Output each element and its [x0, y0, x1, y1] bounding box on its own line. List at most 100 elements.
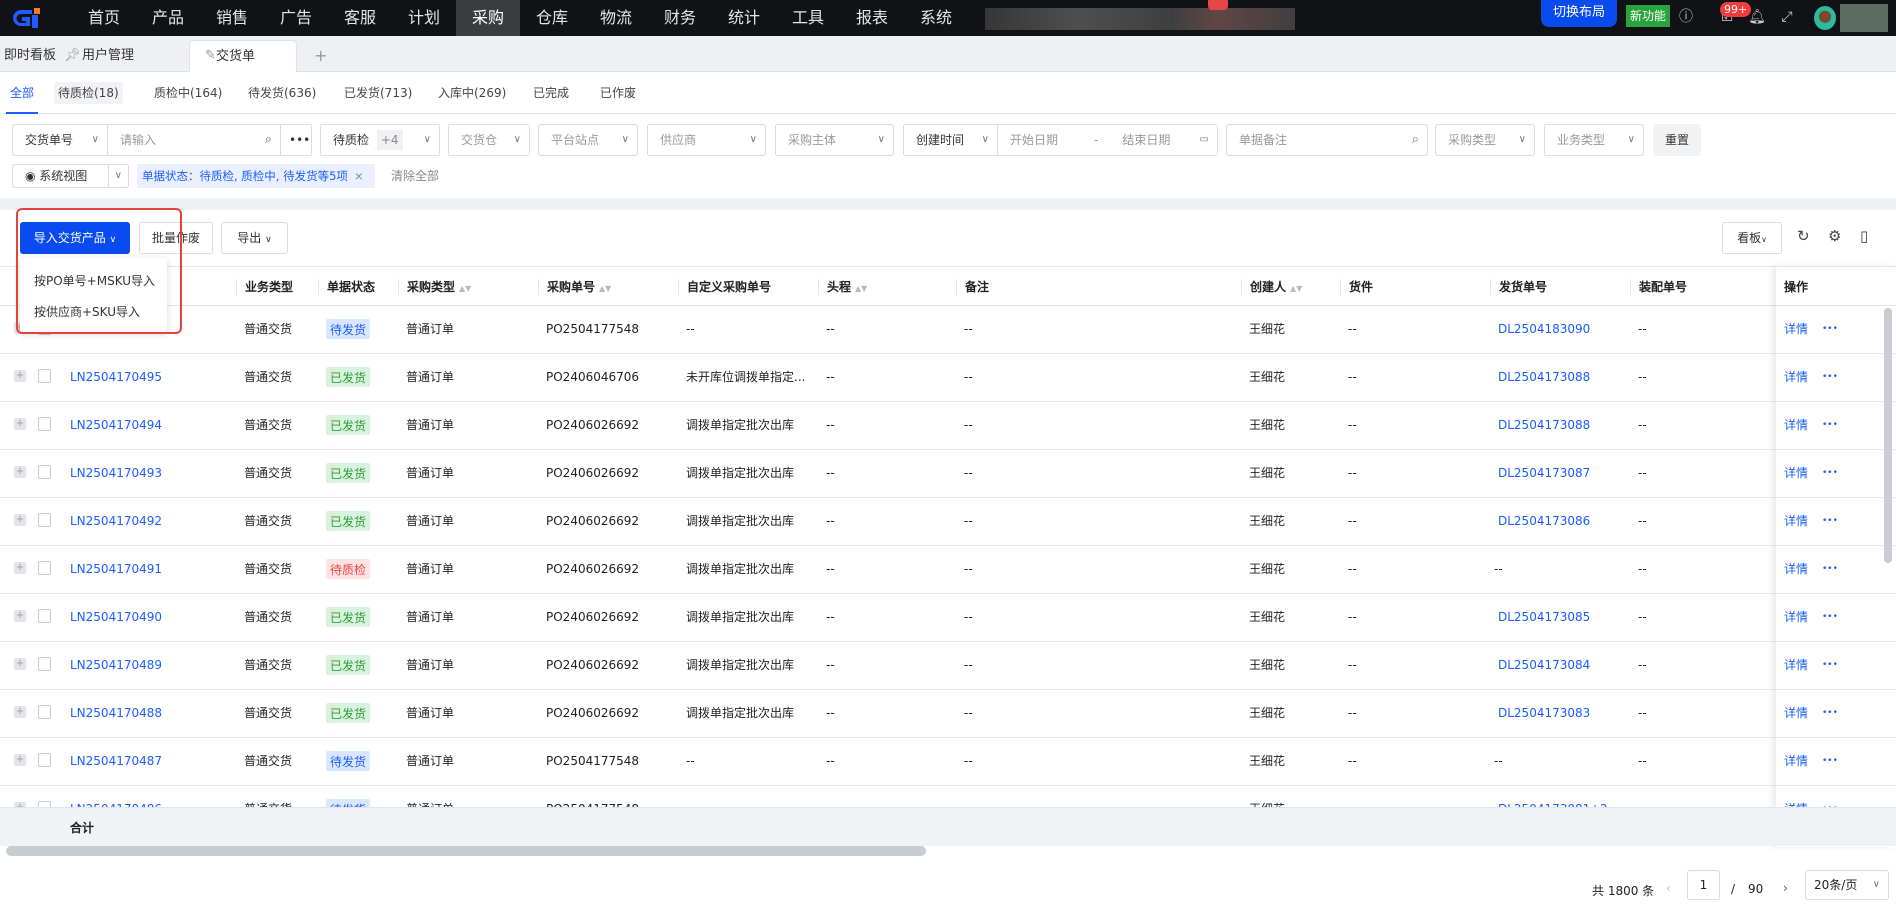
- expand-icon[interactable]: +: [14, 754, 26, 766]
- column-header[interactable]: 操作: [1776, 279, 1808, 295]
- board-button[interactable]: 看板∨: [1722, 222, 1782, 254]
- more-actions-icon[interactable]: •••: [1822, 559, 1838, 579]
- more-options-button[interactable]: •••: [280, 124, 312, 156]
- column-header[interactable]: 备注: [956, 279, 989, 295]
- detail-link[interactable]: 详情: [1784, 415, 1808, 435]
- reset-button[interactable]: 重置: [1653, 124, 1701, 156]
- status-tab[interactable]: 待质检(18): [54, 82, 123, 104]
- status-tab[interactable]: 待发货(636): [244, 82, 320, 104]
- shipping-no-link[interactable]: DL2504173086: [1498, 511, 1590, 531]
- shipping-no-link[interactable]: DL2504183090: [1498, 319, 1590, 339]
- next-page-button[interactable]: ›: [1783, 881, 1788, 895]
- row-checkbox[interactable]: [38, 465, 51, 479]
- tab-dashboard[interactable]: 即时看板: [4, 40, 56, 72]
- refresh-icon[interactable]: ↻: [1797, 227, 1810, 245]
- end-date[interactable]: 结束日期: [1122, 133, 1170, 147]
- sort-icon[interactable]: ▲▼: [459, 284, 471, 293]
- column-header[interactable]: 采购单号 ▲▼: [538, 279, 611, 295]
- more-actions-icon[interactable]: •••: [1822, 415, 1838, 435]
- nav-item[interactable]: 客服: [328, 0, 392, 36]
- shipping-no-link[interactable]: DL2504173085: [1498, 607, 1590, 627]
- time-type-select[interactable]: 创建时间 ∨: [903, 124, 998, 156]
- detail-link[interactable]: 详情: [1784, 319, 1808, 339]
- fullscreen-icon[interactable]: ⤢: [1778, 8, 1796, 26]
- purchase-type-select[interactable]: 采购类型 ∨: [1435, 124, 1535, 156]
- sort-icon[interactable]: ▲▼: [599, 284, 611, 293]
- nav-item[interactable]: 销售: [200, 0, 264, 36]
- detail-link[interactable]: 详情: [1784, 559, 1808, 579]
- business-type-select[interactable]: 业务类型 ∨: [1544, 124, 1644, 156]
- detail-link[interactable]: 详情: [1784, 655, 1808, 675]
- sort-icon[interactable]: ▲▼: [1290, 284, 1302, 293]
- shipping-more-link[interactable]: +2: [1590, 799, 1608, 807]
- expand-icon[interactable]: +: [14, 418, 26, 430]
- nav-item[interactable]: 统计: [712, 0, 776, 36]
- detail-link[interactable]: 详情: [1784, 463, 1808, 483]
- nav-item[interactable]: 产品: [136, 0, 200, 36]
- detail-link[interactable]: 详情: [1784, 799, 1808, 807]
- expand-icon[interactable]: +: [14, 706, 26, 718]
- settings-icon[interactable]: ⚙: [1828, 227, 1841, 245]
- status-tab[interactable]: 已完成: [529, 82, 573, 104]
- more-actions-icon[interactable]: •••: [1822, 655, 1838, 675]
- expand-icon[interactable]: +: [14, 466, 26, 478]
- new-features-button[interactable]: 新功能: [1626, 5, 1670, 27]
- column-header[interactable]: 业务类型: [236, 279, 293, 295]
- clear-all-link[interactable]: 清除全部: [391, 164, 439, 188]
- row-checkbox[interactable]: [38, 561, 51, 575]
- more-actions-icon[interactable]: •••: [1822, 751, 1838, 771]
- more-actions-icon[interactable]: •••: [1822, 607, 1838, 627]
- delivery-no-link[interactable]: LN2504170495: [70, 367, 162, 387]
- detail-link[interactable]: 详情: [1784, 751, 1808, 771]
- more-actions-icon[interactable]: •••: [1822, 463, 1838, 483]
- delivery-no-link[interactable]: LN2504170488: [70, 703, 162, 723]
- delivery-no-link[interactable]: LN2504170487: [70, 751, 162, 771]
- detail-link[interactable]: 详情: [1784, 367, 1808, 387]
- more-actions-icon[interactable]: •••: [1822, 511, 1838, 531]
- expand-icon[interactable]: +: [14, 370, 26, 382]
- search-icon[interactable]: ⌕: [265, 125, 272, 155]
- column-header[interactable]: 货件: [1340, 279, 1373, 295]
- app-logo[interactable]: [12, 6, 56, 32]
- delivery-no-link[interactable]: LN2504170489: [70, 655, 162, 675]
- expand-icon[interactable]: +: [14, 658, 26, 670]
- horizontal-scrollbar[interactable]: [6, 846, 926, 856]
- info-icon[interactable]: ⓘ: [1677, 8, 1695, 26]
- shipping-no-link[interactable]: DL2504173084: [1498, 655, 1590, 675]
- column-header[interactable]: 装配单号: [1630, 279, 1687, 295]
- row-checkbox[interactable]: [38, 417, 51, 431]
- status-tab[interactable]: 全部: [6, 82, 39, 114]
- warehouse-select[interactable]: 交货仓 ∨: [448, 124, 530, 156]
- nav-item[interactable]: 物流: [584, 0, 648, 36]
- nav-item[interactable]: 采购: [456, 0, 520, 36]
- detail-link[interactable]: 详情: [1784, 607, 1808, 627]
- vertical-scrollbar[interactable]: [1884, 308, 1892, 563]
- nav-item[interactable]: 财务: [648, 0, 712, 36]
- more-actions-icon[interactable]: •••: [1822, 799, 1838, 807]
- detail-link[interactable]: 详情: [1784, 511, 1808, 531]
- date-range-picker[interactable]: 开始日期 - 结束日期 ▭: [997, 124, 1218, 156]
- tab-user-management[interactable]: 用户管理: [82, 40, 134, 72]
- status-tab[interactable]: 质检中(164): [150, 82, 226, 104]
- prev-page-button[interactable]: ‹: [1666, 881, 1671, 895]
- shipping-no-link[interactable]: DL2504173088: [1498, 415, 1590, 435]
- switch-layout-button[interactable]: 切换布局: [1541, 0, 1617, 27]
- nav-item[interactable]: 工具: [776, 0, 840, 36]
- column-header[interactable]: 头程 ▲▼: [818, 279, 867, 295]
- entity-select[interactable]: 采购主体 ∨: [775, 124, 894, 156]
- bell-icon[interactable]: 🔔︎: [1748, 8, 1766, 26]
- more-actions-icon[interactable]: •••: [1822, 703, 1838, 723]
- more-actions-icon[interactable]: •••: [1822, 319, 1838, 339]
- delivery-no-link[interactable]: LN2504170491: [70, 559, 162, 579]
- add-tab-button[interactable]: +: [314, 40, 327, 72]
- page-input[interactable]: 1: [1687, 870, 1720, 900]
- search-icon[interactable]: ⌕: [1412, 125, 1419, 155]
- avatar[interactable]: [1814, 6, 1836, 30]
- delivery-no-link[interactable]: LN2504170494: [70, 415, 162, 435]
- delivery-no-link[interactable]: LN2504170490: [70, 607, 162, 627]
- row-checkbox[interactable]: [38, 753, 51, 767]
- shipping-no-link[interactable]: DL2504173081: [1498, 799, 1590, 807]
- expand-icon[interactable]: +: [14, 610, 26, 622]
- row-checkbox[interactable]: [38, 657, 51, 671]
- doc-no-select[interactable]: 交货单号 ∨: [12, 124, 108, 156]
